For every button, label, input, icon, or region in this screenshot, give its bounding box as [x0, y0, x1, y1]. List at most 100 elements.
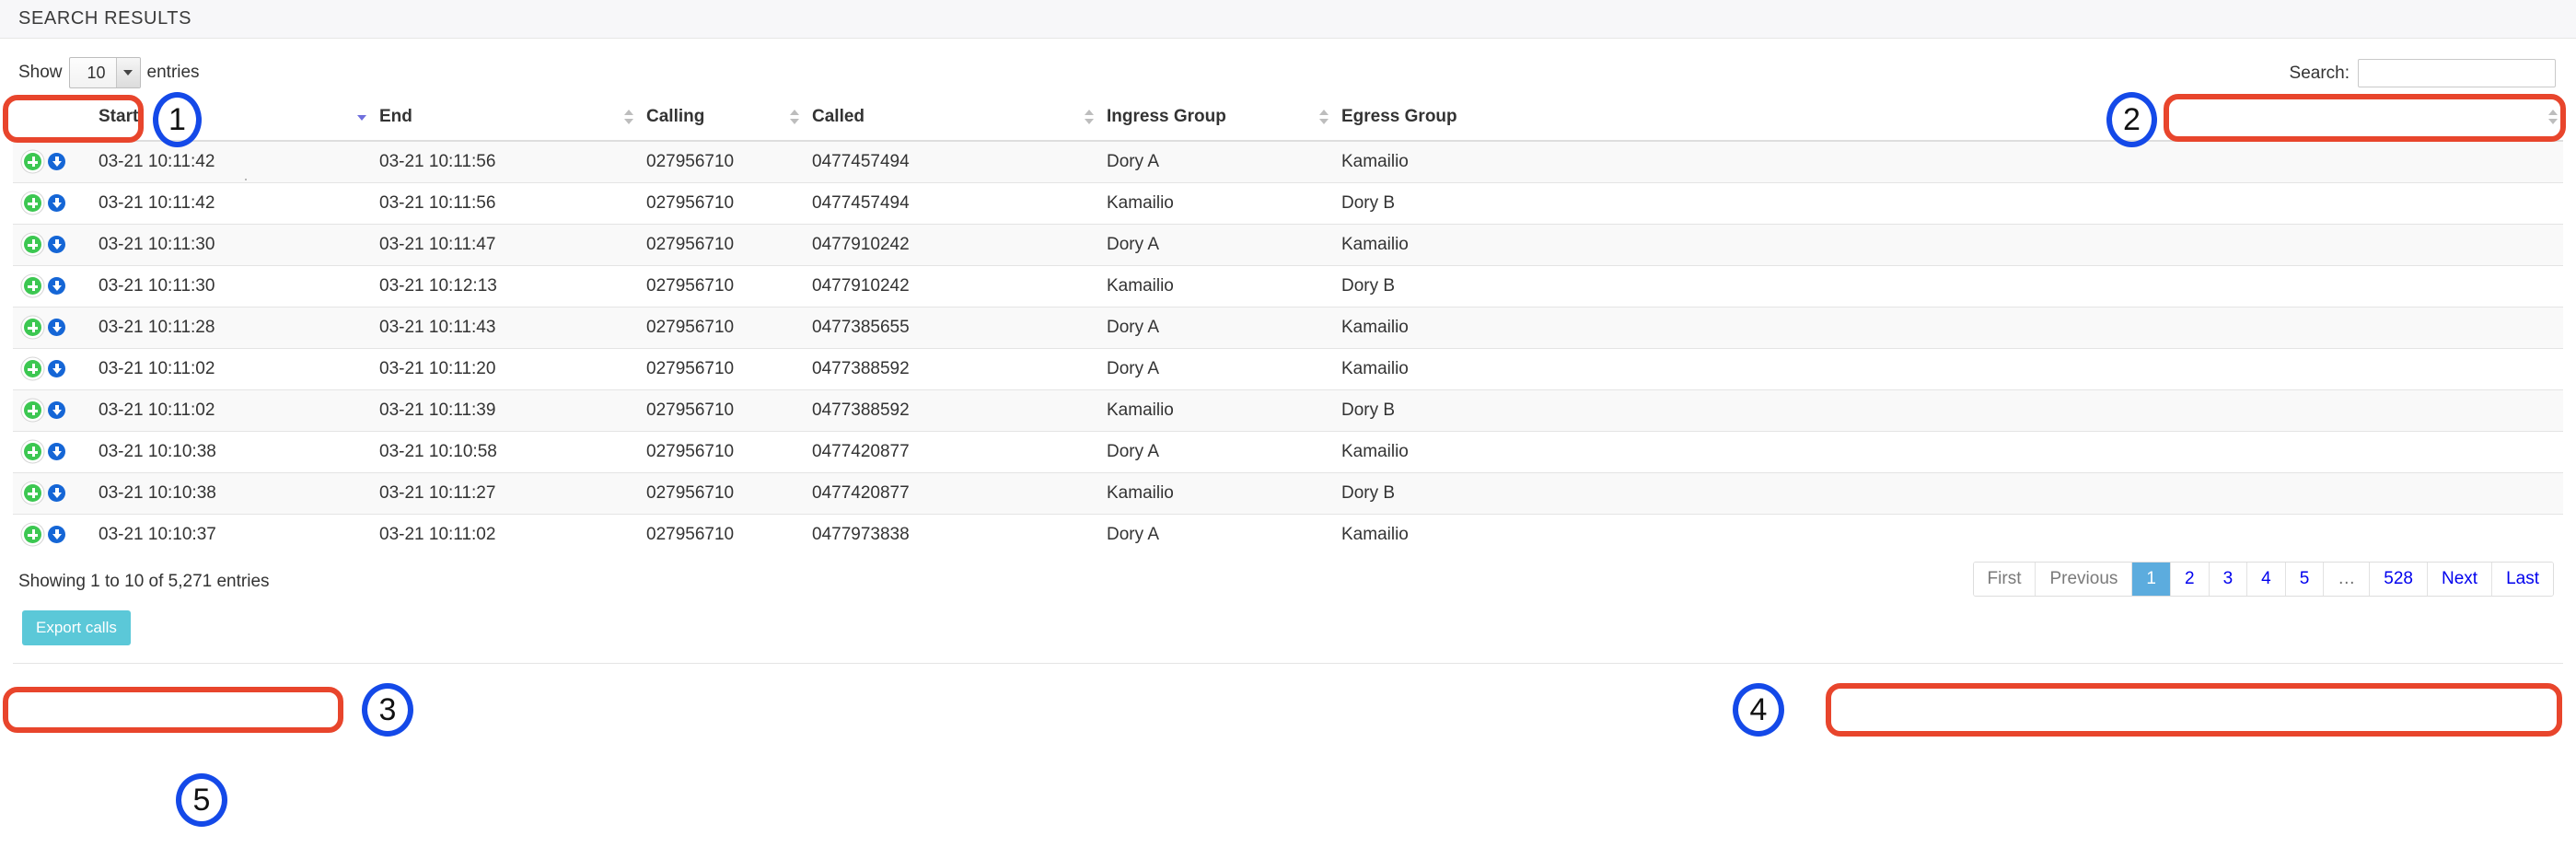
table-row[interactable]: 03-21 10:11:02 03-21 10:11:20 027956710 047…	[13, 348, 2563, 390]
row-actions	[13, 224, 91, 266]
pagination-item-528[interactable]: 528	[2370, 563, 2428, 596]
pagination-item-2[interactable]: 2	[2170, 563, 2210, 596]
table-body: 03-21 10:11:42 03-21 10:11:56 027956710 047…	[13, 140, 2563, 555]
column-header-start[interactable]: Start	[91, 103, 372, 142]
page-length-select-wrap[interactable]: 102550100	[68, 57, 141, 88]
bottom-divider	[13, 663, 2563, 664]
cell-ingress: Kamailio	[1099, 182, 1334, 225]
cell-egress: Kamailio	[1334, 307, 2563, 349]
cell-calling: 027956710	[639, 514, 805, 555]
pagination-control[interactable]: First Previous 1 2 3 4 5… 528 Next Last	[1972, 562, 2554, 597]
cell-calling: 027956710	[639, 140, 805, 183]
column-header-egress[interactable]: Egress Group	[1334, 103, 2563, 142]
pagination-item-4[interactable]: 4	[2247, 563, 2286, 596]
stray-dot	[245, 179, 247, 180]
show-entries-control[interactable]: Show 102550100 entries	[18, 57, 200, 88]
cell-called: 0477457494	[805, 140, 1099, 183]
cell-called: 0477388592	[805, 389, 1099, 432]
download-circle-icon[interactable]	[48, 526, 65, 544]
column-header-end[interactable]: End	[372, 103, 639, 142]
plus-circle-icon[interactable]	[24, 443, 41, 461]
plus-circle-icon[interactable]	[24, 194, 41, 213]
cell-egress: Dory B	[1334, 389, 2563, 432]
cell-end: 03-21 10:11:39	[372, 389, 639, 432]
table-row[interactable]: 03-21 10:10:38 03-21 10:11:27 027956710 047…	[13, 472, 2563, 515]
table-row[interactable]: 03-21 10:10:38 03-21 10:10:58 027956710 047…	[13, 431, 2563, 473]
cell-end: 03-21 10:11:27	[372, 472, 639, 515]
row-actions	[13, 265, 91, 307]
table-row[interactable]: 03-21 10:11:42 03-21 10:11:56 027956710 047…	[13, 182, 2563, 225]
row-actions	[13, 140, 91, 183]
cell-calling: 027956710	[639, 265, 805, 307]
row-actions	[13, 514, 91, 555]
export-calls-button[interactable]: Export calls	[22, 610, 131, 645]
search-filter-control[interactable]: Search:	[2290, 59, 2556, 87]
cell-called: 0477910242	[805, 224, 1099, 266]
cell-end: 03-21 10:11:56	[372, 140, 639, 183]
cell-start: 03-21 10:10:38	[91, 431, 372, 473]
cell-start: 03-21 10:11:30	[91, 265, 372, 307]
column-header-ingress[interactable]: Ingress Group	[1099, 103, 1334, 142]
plus-circle-icon[interactable]	[24, 277, 41, 296]
pagination-item-next[interactable]: Next	[2428, 563, 2493, 596]
cell-end: 03-21 10:11:02	[372, 514, 639, 555]
search-input[interactable]	[2358, 59, 2556, 87]
download-circle-icon[interactable]	[48, 194, 65, 213]
table-row[interactable]: 03-21 10:11:30 03-21 10:11:47 027956710 047…	[13, 224, 2563, 266]
page-title: SEARCH RESULTS	[18, 8, 192, 29]
row-actions	[13, 389, 91, 432]
download-circle-icon[interactable]	[48, 443, 65, 461]
row-actions	[13, 182, 91, 225]
cell-end: 03-21 10:11:20	[372, 348, 639, 390]
cell-calling: 027956710	[639, 472, 805, 515]
pagination-item-last[interactable]: Last	[2492, 563, 2553, 596]
download-circle-icon[interactable]	[48, 484, 65, 503]
plus-circle-icon[interactable]	[24, 526, 41, 544]
table-row[interactable]: 03-21 10:11:42 03-21 10:11:56 027956710 047…	[13, 140, 2563, 183]
cell-called: 0477457494	[805, 182, 1099, 225]
sort-both-icon	[1085, 110, 1094, 124]
column-header-label: Calling	[646, 107, 705, 126]
column-header-label: Called	[812, 107, 865, 126]
sort-both-icon	[624, 110, 633, 124]
pagination-item-3[interactable]: 3	[2209, 563, 2248, 596]
download-circle-icon[interactable]	[48, 236, 65, 254]
pagination-item-5[interactable]: 5	[2285, 563, 2325, 596]
plus-circle-icon[interactable]	[24, 484, 41, 503]
annotation-circle-3: 3	[362, 683, 413, 737]
table-row[interactable]: 03-21 10:11:30 03-21 10:12:13 027956710 047…	[13, 265, 2563, 307]
table-row[interactable]: 03-21 10:10:37 03-21 10:11:02 027956710 047…	[13, 514, 2563, 555]
plus-circle-icon[interactable]	[24, 401, 41, 420]
download-circle-icon[interactable]	[48, 153, 65, 171]
row-actions	[13, 348, 91, 390]
panel-body: Show 102550100 entries Search: Start End C…	[0, 39, 2576, 664]
plus-circle-icon[interactable]	[24, 360, 41, 378]
annotation-circle-4: 4	[1733, 683, 1784, 737]
column-header-calling[interactable]: Calling	[639, 103, 805, 142]
cell-calling: 027956710	[639, 307, 805, 349]
plus-circle-icon[interactable]	[24, 319, 41, 337]
cell-calling: 027956710	[639, 182, 805, 225]
table-row[interactable]: 03-21 10:11:02 03-21 10:11:39 027956710 047…	[13, 389, 2563, 432]
panel-header: SEARCH RESULTS	[0, 0, 2576, 39]
cell-start: 03-21 10:11:02	[91, 389, 372, 432]
sort-both-icon	[2548, 110, 2558, 124]
search-label: Search:	[2289, 63, 2350, 83]
plus-circle-icon[interactable]	[24, 153, 41, 171]
column-header-called[interactable]: Called	[805, 103, 1099, 142]
table-footer: Showing 1 to 10 of 5,271 entries First Pr…	[13, 557, 2563, 607]
download-circle-icon[interactable]	[48, 401, 65, 420]
cell-end: 03-21 10:11:56	[372, 182, 639, 225]
cell-start: 03-21 10:11:42	[91, 182, 372, 225]
cell-end: 03-21 10:11:43	[372, 307, 639, 349]
download-circle-icon[interactable]	[48, 319, 65, 337]
pagination-item-previous: Previous	[2036, 563, 2133, 596]
search-results-table: Start End Calling Called Ingress Group Egress…	[13, 103, 2563, 555]
plus-circle-icon[interactable]	[24, 236, 41, 254]
download-circle-icon[interactable]	[48, 277, 65, 296]
page-length-select[interactable]: 102550100	[68, 57, 141, 88]
column-header-label: End	[379, 107, 412, 126]
table-row[interactable]: 03-21 10:11:28 03-21 10:11:43 027956710 047…	[13, 307, 2563, 349]
download-circle-icon[interactable]	[48, 360, 65, 378]
pagination-item-1[interactable]: 1	[2132, 563, 2171, 596]
